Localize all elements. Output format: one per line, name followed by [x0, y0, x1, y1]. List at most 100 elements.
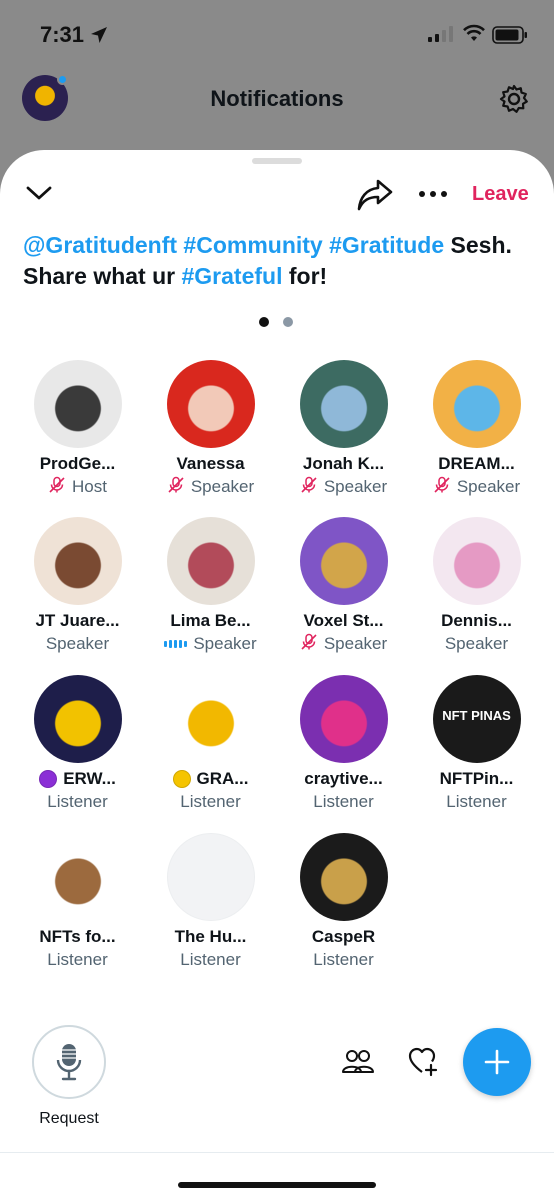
avatar[interactable]: [299, 833, 388, 921]
battery-icon: [492, 26, 527, 44]
participant-card[interactable]: ProdGe... Host: [11, 360, 144, 498]
participant-role-row: Listener: [144, 791, 277, 813]
participant-name: Vanessa: [176, 454, 245, 473]
participant-name: JT Juare...: [35, 611, 120, 630]
avatar[interactable]: [166, 675, 255, 763]
participant-card[interactable]: DREAM... Speaker: [410, 360, 543, 498]
participant-role-row: Speaker: [277, 633, 410, 655]
hashtag-link[interactable]: #Community: [183, 232, 322, 258]
page-dot: [283, 317, 293, 327]
participant-name: Jonah K...: [302, 454, 385, 473]
footer-divider: [0, 1152, 554, 1153]
participant-name-row: Dennis...: [410, 609, 543, 633]
participant-name: craytive...: [304, 769, 383, 788]
participant-name: GRA...: [196, 769, 249, 788]
participant-card[interactable]: Lima Be... Speaker: [144, 517, 277, 655]
participant-card[interactable]: Voxel St... Speaker: [277, 517, 410, 655]
avatar[interactable]: [166, 833, 255, 921]
participant-name-row: NFTPin...: [410, 767, 543, 791]
participant-card[interactable]: CaspeR Listener: [277, 833, 410, 971]
participant-name-row: Jonah K...: [277, 452, 410, 476]
participant-name: Voxel St...: [303, 611, 384, 630]
avatar[interactable]: [432, 517, 521, 605]
participant-role-row: Listener: [11, 949, 144, 971]
participant-name: NFTs fo...: [39, 927, 116, 946]
more-icon[interactable]: [418, 190, 448, 198]
participant-card[interactable]: Dennis... Speaker: [410, 517, 543, 655]
participant-role: Listener: [313, 950, 374, 969]
participant-role-row: Speaker: [144, 633, 277, 655]
participant-name-row: CaspeR: [277, 925, 410, 949]
participant-card[interactable]: JT Juare... Speaker: [11, 517, 144, 655]
heart-plus-icon[interactable]: [408, 1046, 440, 1078]
space-title: @Gratitudenft #Community #Gratitude Sesh…: [23, 230, 543, 292]
participant-name-row: DREAM...: [410, 452, 543, 476]
hashtag-link[interactable]: @Gratitudenft: [23, 232, 177, 258]
mic-off-icon: [433, 476, 451, 499]
participant-role: Listener: [180, 792, 241, 811]
mic-off-icon: [300, 633, 318, 656]
participant-card[interactable]: NFT PINAS NFTPin... Listener: [410, 675, 543, 813]
participant-role: Speaker: [444, 634, 509, 653]
participant-card[interactable]: ERW... Listener: [11, 675, 144, 813]
participant-card[interactable]: GRA... Listener: [144, 675, 277, 813]
participant-role: Speaker: [323, 477, 388, 496]
avatar[interactable]: NFT PINAS: [432, 675, 521, 763]
avatar[interactable]: [33, 360, 122, 448]
participant-name-row: ERW...: [11, 767, 144, 791]
status-bar: 7:31: [0, 0, 554, 70]
participant-name: ERW...: [63, 769, 116, 788]
avatar[interactable]: [432, 360, 521, 448]
leave-button[interactable]: Leave: [472, 183, 529, 206]
hashtag-link[interactable]: #Grateful: [181, 263, 282, 289]
participant-role-row: Speaker: [11, 633, 144, 655]
people-icon[interactable]: [342, 1048, 374, 1076]
avatar[interactable]: [299, 675, 388, 763]
location-arrow-icon: [91, 27, 107, 43]
avatar[interactable]: [166, 517, 255, 605]
participant-name: ProdGe...: [39, 454, 116, 473]
mic-off-icon: [167, 476, 185, 499]
hashtag-link[interactable]: #Gratitude: [329, 232, 444, 258]
participant-name: Lima Be...: [170, 611, 251, 630]
participant-name-row: Vanessa: [144, 452, 277, 476]
page-indicator[interactable]: [259, 314, 307, 332]
share-icon[interactable]: [356, 178, 394, 212]
avatar[interactable]: [33, 675, 122, 763]
participant-name-row: JT Juare...: [11, 609, 144, 633]
avatar[interactable]: [299, 517, 388, 605]
participant-name: Dennis...: [441, 611, 512, 630]
gear-icon[interactable]: [498, 83, 530, 115]
sheet-grabber[interactable]: [252, 158, 302, 164]
participant-role-row: Listener: [410, 791, 543, 813]
participant-card[interactable]: The Hu... Listener: [144, 833, 277, 971]
avatar[interactable]: [33, 517, 122, 605]
request-button[interactable]: [32, 1025, 106, 1099]
participant-card[interactable]: craytive... Listener: [277, 675, 410, 813]
avatar[interactable]: [166, 360, 255, 448]
participant-role: Speaker: [193, 634, 257, 653]
participant-role: Speaker: [456, 477, 521, 496]
participant-role-row: Speaker: [144, 476, 277, 498]
plus-icon: [484, 1049, 510, 1075]
mic-off-icon: [300, 476, 318, 499]
speaking-indicator-icon: [164, 640, 188, 648]
participant-name: DREAM...: [438, 454, 515, 473]
participant-role: Speaker: [190, 477, 255, 496]
mic-off-icon: [48, 476, 66, 499]
participant-role: Listener: [47, 950, 108, 969]
add-reaction-button[interactable]: [463, 1028, 531, 1096]
participant-card[interactable]: Jonah K... Speaker: [277, 360, 410, 498]
participant-name-row: ProdGe...: [11, 452, 144, 476]
participant-name: The Hu...: [174, 927, 247, 946]
notification-dot: [57, 74, 68, 85]
chevron-down-icon[interactable]: [24, 183, 54, 203]
avatar[interactable]: [33, 833, 122, 921]
wifi-icon: [463, 24, 485, 41]
participant-name-row: GRA...: [144, 767, 277, 791]
participant-card[interactable]: NFTs fo... Listener: [11, 833, 144, 971]
participant-card[interactable]: Vanessa Speaker: [144, 360, 277, 498]
avatar[interactable]: [299, 360, 388, 448]
participant-role: Listener: [313, 792, 374, 811]
participant-role-row: Listener: [277, 949, 410, 971]
